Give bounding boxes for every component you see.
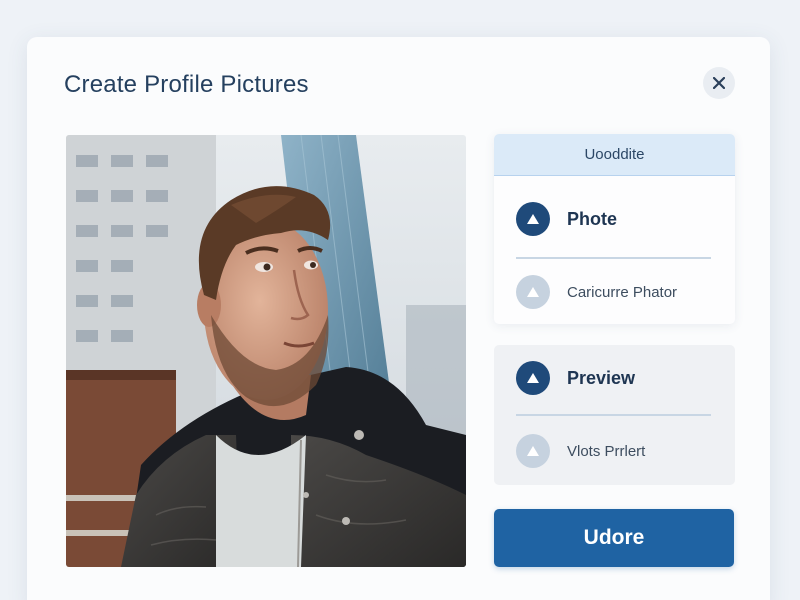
upload-card-divider bbox=[516, 257, 711, 259]
close-icon bbox=[713, 77, 725, 89]
preview-card-divider bbox=[516, 414, 711, 416]
close-button[interactable] bbox=[703, 67, 735, 99]
upload-option-capture-photo-label: Caricurre Phator bbox=[567, 283, 678, 301]
upload-option-capture-photo[interactable]: Caricurre Phator bbox=[516, 275, 677, 309]
preview-option-label: Preview bbox=[567, 367, 636, 388]
profile-photo[interactable] bbox=[66, 135, 466, 567]
triangle-up-icon bbox=[516, 275, 550, 309]
preview-option-secondary[interactable]: Vlots Prrlert bbox=[516, 434, 645, 468]
triangle-up-icon bbox=[516, 361, 550, 395]
create-profile-dialog: Create Profile Pictures Uooddite Phote C… bbox=[27, 37, 770, 600]
triangle-up-icon bbox=[516, 202, 550, 236]
upload-option-photo-label: Phote bbox=[567, 208, 618, 229]
triangle-up-icon bbox=[516, 434, 550, 468]
preview-option[interactable]: Preview bbox=[516, 361, 635, 395]
upload-card: Uooddite Phote Caricurre Phator bbox=[494, 134, 735, 324]
preview-option-secondary-label: Vlots Prrlert bbox=[567, 442, 646, 460]
upload-option-photo[interactable]: Phote bbox=[516, 202, 617, 236]
primary-action-button[interactable]: Udore bbox=[494, 509, 734, 567]
preview-card: Preview Vlots Prrlert bbox=[494, 345, 735, 485]
dialog-title: Create Profile Pictures bbox=[64, 71, 309, 98]
upload-card-header: Uooddite bbox=[494, 134, 735, 176]
